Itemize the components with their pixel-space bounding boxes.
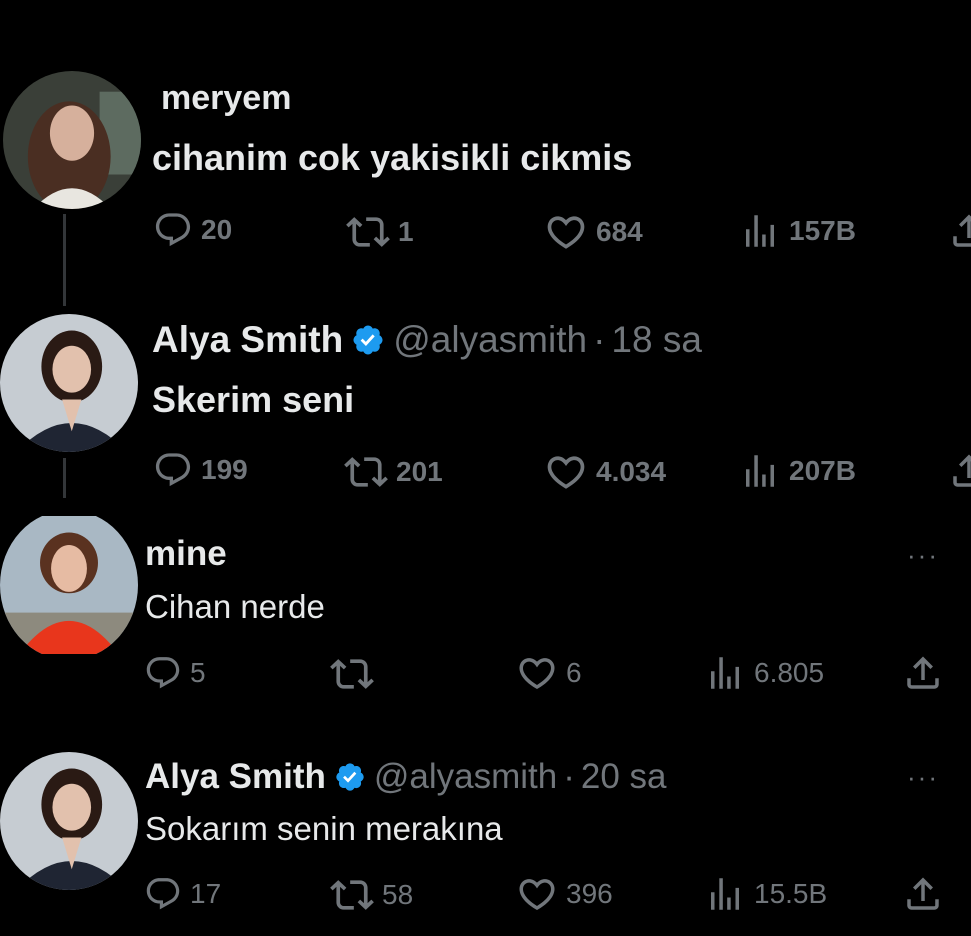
author-name[interactable]: Alya Smith (145, 757, 326, 797)
retweet-count: 58 (382, 879, 414, 910)
like-count: 396 (566, 878, 613, 909)
share-button[interactable] (902, 873, 944, 915)
tweet-time[interactable]: 20 sa (581, 757, 667, 797)
views-icon (704, 873, 746, 915)
views-button[interactable]: 15.5B (704, 873, 827, 915)
like-icon (516, 873, 558, 915)
reply-count: 17 (190, 878, 222, 909)
views-count: 15.5B (754, 878, 828, 909)
verified-badge-icon (334, 761, 366, 793)
retweet-icon (330, 873, 374, 917)
tweet-header: Alya Smith @alyasmith · 20 sa (145, 756, 667, 798)
more-icon[interactable]: ··· (907, 762, 939, 793)
tweet[interactable]: Alya Smith @alyasmith · 20 sa ··· Sokarı… (0, 0, 971, 936)
tweet-text: Sokarım senin merakına (145, 810, 503, 847)
separator-dot: · (563, 757, 575, 796)
reply-icon (144, 875, 182, 913)
like-button[interactable]: 396 (516, 873, 613, 915)
author-handle[interactable]: @alyasmith (374, 757, 557, 797)
avatar[interactable] (0, 752, 138, 890)
retweet-button[interactable]: 58 (330, 873, 413, 917)
share-icon (902, 873, 944, 915)
reply-button[interactable]: 17 (144, 875, 221, 913)
